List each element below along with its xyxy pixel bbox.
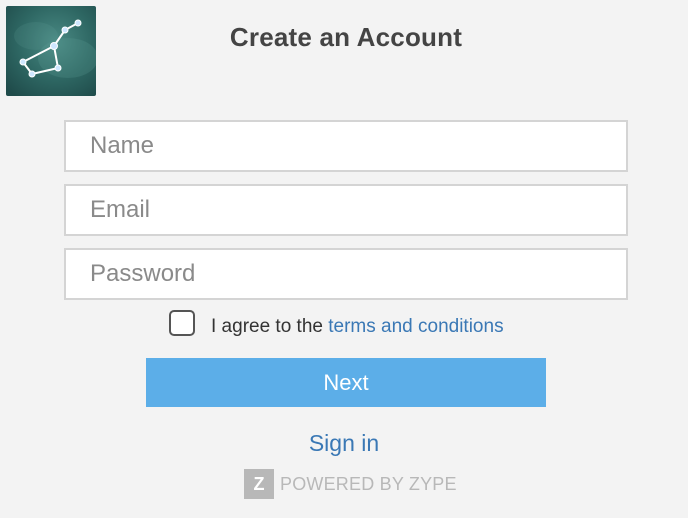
page-title: Create an Account [229,22,463,52]
powered-by-text: POWERED BY ZYPE [280,473,457,494]
zype-logo-icon: Z [244,469,274,499]
sign-in-link[interactable]: Sign in [0,430,688,457]
terms-agreement-label: I agree to the terms and conditions [211,316,504,338]
constellation-logo-icon [6,6,96,96]
terms-link[interactable]: terms and conditions [328,316,503,337]
terms-agreement-row: I agree to the terms and conditions [0,309,688,339]
create-account-page: Create an Account I agree to the terms a… [0,0,688,518]
terms-agreement-prefix: I agree to the [211,316,329,337]
next-button[interactable]: Next [146,358,546,407]
powered-by-badge: Z POWERED BY ZYPE [244,469,457,499]
password-field[interactable] [64,248,628,300]
terms-checkbox[interactable] [169,310,195,336]
name-field[interactable] [64,120,628,172]
email-field[interactable] [64,184,628,236]
